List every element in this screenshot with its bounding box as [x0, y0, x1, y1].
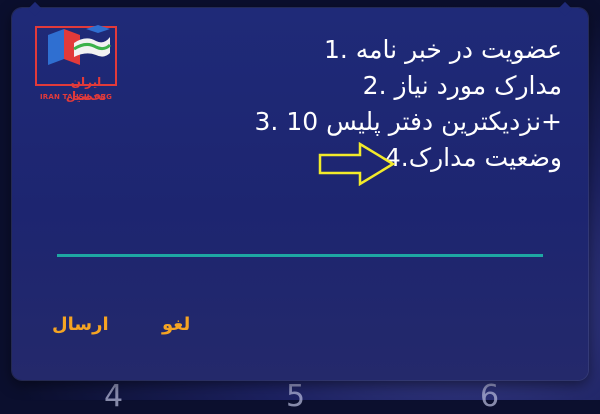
logo-caption: IRAN TAHSIL.ORG [39, 93, 113, 101]
arrow-right-outline-icon [318, 142, 396, 186]
dialpad-key-4: 4 [104, 379, 124, 414]
cancel-button[interactable]: لغو [162, 314, 190, 335]
input-divider [57, 254, 543, 257]
dialpad-key-6: 6 [480, 379, 500, 414]
menu-item-1: 1. عضویت در خبر نامه [323, 35, 562, 64]
iran-tahsil-logo: ایران تحصیل IRAN TAHSIL.ORG [34, 25, 118, 103]
dialpad-key-5: 5 [286, 379, 306, 414]
send-button[interactable]: ارسال [52, 314, 109, 335]
ussd-dialog: ایران تحصیل IRAN TAHSIL.ORG 1. عضویت در … [12, 1, 588, 380]
menu-item-2: 2. مدارک مورد نیاز [362, 71, 562, 100]
menu-item-3: 3. نزدیکترین دفتر پلیس 10+ [254, 107, 562, 136]
